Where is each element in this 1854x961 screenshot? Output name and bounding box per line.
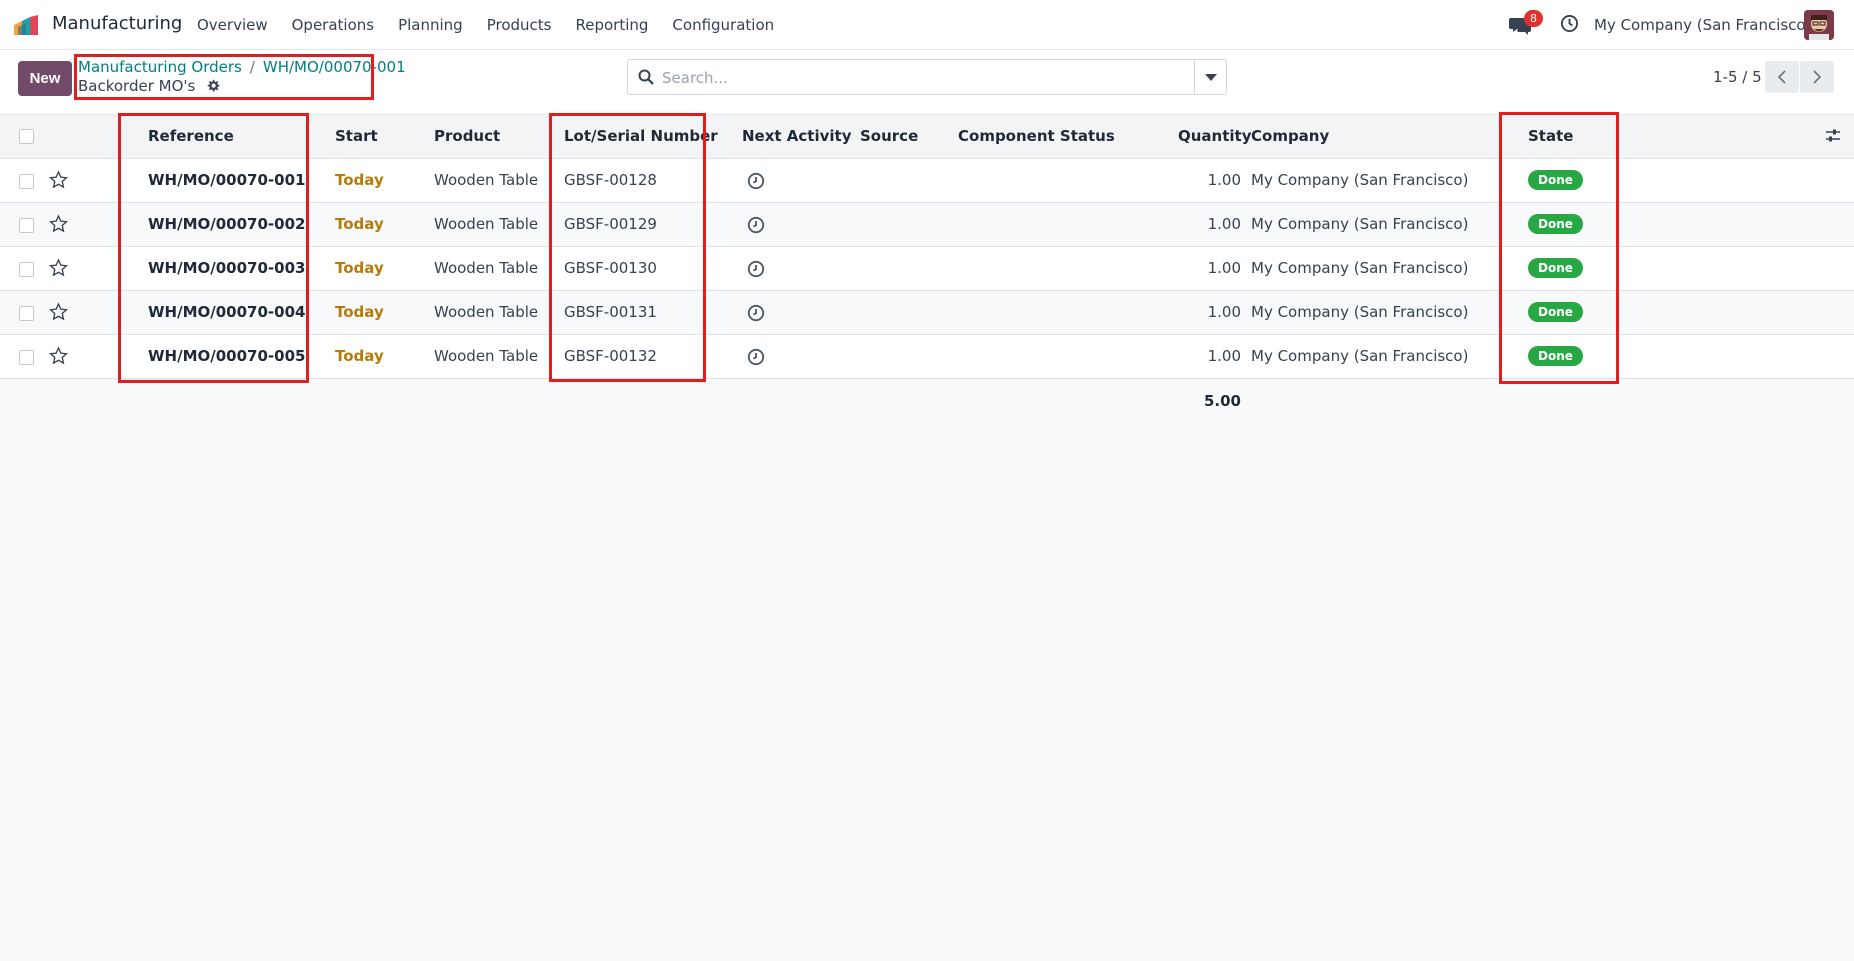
menu-products[interactable]: Products bbox=[487, 16, 552, 34]
star-icon[interactable] bbox=[48, 258, 69, 278]
activity-clock-icon[interactable] bbox=[747, 216, 765, 234]
lot-serial-cell: GBSF-00132 bbox=[564, 347, 657, 365]
state-badge: Done bbox=[1528, 346, 1583, 366]
table-row[interactable]: WH/MO/00070-002 Today Wooden Table GBSF-… bbox=[0, 203, 1854, 247]
row-checkbox[interactable] bbox=[19, 306, 34, 321]
quantity-cell: 1.00 bbox=[1207, 215, 1241, 233]
menu-configuration[interactable]: Configuration bbox=[672, 16, 774, 34]
column-header-product[interactable]: Product bbox=[434, 127, 500, 145]
star-icon[interactable] bbox=[48, 214, 69, 234]
reference-cell: WH/MO/00070-003 bbox=[148, 259, 306, 277]
menu-operations[interactable]: Operations bbox=[292, 16, 374, 34]
reference-cell: WH/MO/00070-004 bbox=[148, 303, 306, 321]
table-header: Reference Start Product Lot/Serial Numbe… bbox=[0, 115, 1854, 159]
company-cell: My Company (San Francisco) bbox=[1251, 171, 1469, 189]
menu-reporting[interactable]: Reporting bbox=[576, 16, 649, 34]
table-row[interactable]: WH/MO/00070-003 Today Wooden Table GBSF-… bbox=[0, 247, 1854, 291]
column-header-next-activity[interactable]: Next Activity bbox=[742, 127, 851, 145]
product-cell: Wooden Table bbox=[434, 171, 539, 189]
activities-clock-icon[interactable] bbox=[1560, 14, 1579, 33]
table-row[interactable]: WH/MO/00070-005 Today Wooden Table GBSF-… bbox=[0, 335, 1854, 379]
lot-serial-cell: GBSF-00131 bbox=[564, 303, 657, 321]
lot-serial-cell: GBSF-00129 bbox=[564, 215, 657, 233]
state-badge: Done bbox=[1528, 258, 1583, 278]
activity-clock-icon[interactable] bbox=[747, 260, 765, 278]
start-cell: Today bbox=[335, 347, 384, 365]
row-checkbox[interactable] bbox=[19, 174, 34, 189]
column-header-state[interactable]: State bbox=[1528, 127, 1573, 145]
star-icon[interactable] bbox=[48, 170, 69, 190]
column-header-reference[interactable]: Reference bbox=[148, 127, 234, 145]
manufacturing-app-icon[interactable] bbox=[14, 15, 42, 35]
app-name[interactable]: Manufacturing bbox=[52, 13, 182, 34]
column-header-source[interactable]: Source bbox=[860, 127, 918, 145]
activity-clock-icon[interactable] bbox=[747, 172, 765, 190]
chevron-right-icon bbox=[1813, 70, 1822, 84]
search-input[interactable] bbox=[662, 67, 1182, 89]
company-switcher[interactable]: My Company (San Francisco) bbox=[1594, 16, 1811, 34]
column-header-lot-serial[interactable]: Lot/Serial Number bbox=[564, 127, 718, 145]
product-cell: Wooden Table bbox=[434, 347, 539, 365]
row-checkbox[interactable] bbox=[19, 350, 34, 365]
activity-clock-icon[interactable] bbox=[747, 348, 765, 366]
row-checkbox[interactable] bbox=[19, 262, 34, 277]
menu-planning[interactable]: Planning bbox=[398, 16, 463, 34]
select-all-checkbox[interactable] bbox=[19, 129, 34, 144]
row-checkbox[interactable] bbox=[19, 218, 34, 233]
reference-cell: WH/MO/00070-002 bbox=[148, 215, 306, 233]
column-header-company[interactable]: Company bbox=[1251, 127, 1329, 145]
state-badge: Done bbox=[1528, 170, 1583, 190]
table-row[interactable]: WH/MO/00070-004 Today Wooden Table GBSF-… bbox=[0, 291, 1854, 335]
state-badge: Done bbox=[1528, 302, 1583, 322]
reference-cell: WH/MO/00070-001 bbox=[148, 171, 306, 189]
pager-next-button[interactable] bbox=[1800, 61, 1834, 93]
column-header-quantity[interactable]: Quantity bbox=[1178, 127, 1252, 145]
messages-count-badge: 8 bbox=[1524, 10, 1543, 27]
menu-overview[interactable]: Overview bbox=[197, 16, 268, 34]
activity-clock-icon[interactable] bbox=[747, 304, 765, 322]
caret-down-icon bbox=[1205, 74, 1217, 81]
company-cell: My Company (San Francisco) bbox=[1251, 259, 1469, 277]
pager-value[interactable]: 1-5 / 5 bbox=[1713, 68, 1762, 86]
search-options-toggle[interactable] bbox=[1194, 60, 1226, 94]
quantity-cell: 1.00 bbox=[1207, 171, 1241, 189]
company-cell: My Company (San Francisco) bbox=[1251, 215, 1469, 233]
new-button[interactable]: New bbox=[18, 61, 72, 96]
user-avatar[interactable] bbox=[1804, 10, 1834, 40]
quantity-cell: 1.00 bbox=[1207, 259, 1241, 277]
product-cell: Wooden Table bbox=[434, 303, 539, 321]
state-badge: Done bbox=[1528, 214, 1583, 234]
quantity-cell: 1.00 bbox=[1207, 303, 1241, 321]
search-bar bbox=[627, 59, 1227, 95]
quantity-cell: 1.00 bbox=[1207, 347, 1241, 365]
start-cell: Today bbox=[335, 303, 384, 321]
column-header-start[interactable]: Start bbox=[335, 127, 378, 145]
optional-columns-icon[interactable] bbox=[1824, 127, 1842, 145]
column-header-component-status[interactable]: Component Status bbox=[958, 127, 1115, 145]
product-cell: Wooden Table bbox=[434, 215, 539, 233]
lot-serial-cell: GBSF-00128 bbox=[564, 171, 657, 189]
start-cell: Today bbox=[335, 259, 384, 277]
lot-serial-cell: GBSF-00130 bbox=[564, 259, 657, 277]
star-icon[interactable] bbox=[48, 302, 69, 322]
star-icon[interactable] bbox=[48, 346, 69, 366]
search-icon bbox=[638, 69, 654, 85]
top-navbar: Manufacturing Overview Operations Planni… bbox=[0, 0, 1854, 50]
quantity-total: 5.00 bbox=[1203, 392, 1241, 410]
chevron-left-icon bbox=[1777, 70, 1786, 84]
company-cell: My Company (San Francisco) bbox=[1251, 347, 1469, 365]
pager-previous-button[interactable] bbox=[1765, 61, 1799, 93]
product-cell: Wooden Table bbox=[434, 259, 539, 277]
breadcrumb-highlight-box bbox=[74, 54, 374, 100]
company-cell: My Company (San Francisco) bbox=[1251, 303, 1469, 321]
control-panel: New Manufacturing Orders / WH/MO/00070-001… bbox=[0, 50, 1854, 115]
table-row[interactable]: WH/MO/00070-001 Today Wooden Table GBSF-… bbox=[0, 159, 1854, 203]
main-menu: Overview Operations Planning Products Re… bbox=[197, 16, 798, 34]
start-cell: Today bbox=[335, 215, 384, 233]
start-cell: Today bbox=[335, 171, 384, 189]
reference-cell: WH/MO/00070-005 bbox=[148, 347, 306, 365]
